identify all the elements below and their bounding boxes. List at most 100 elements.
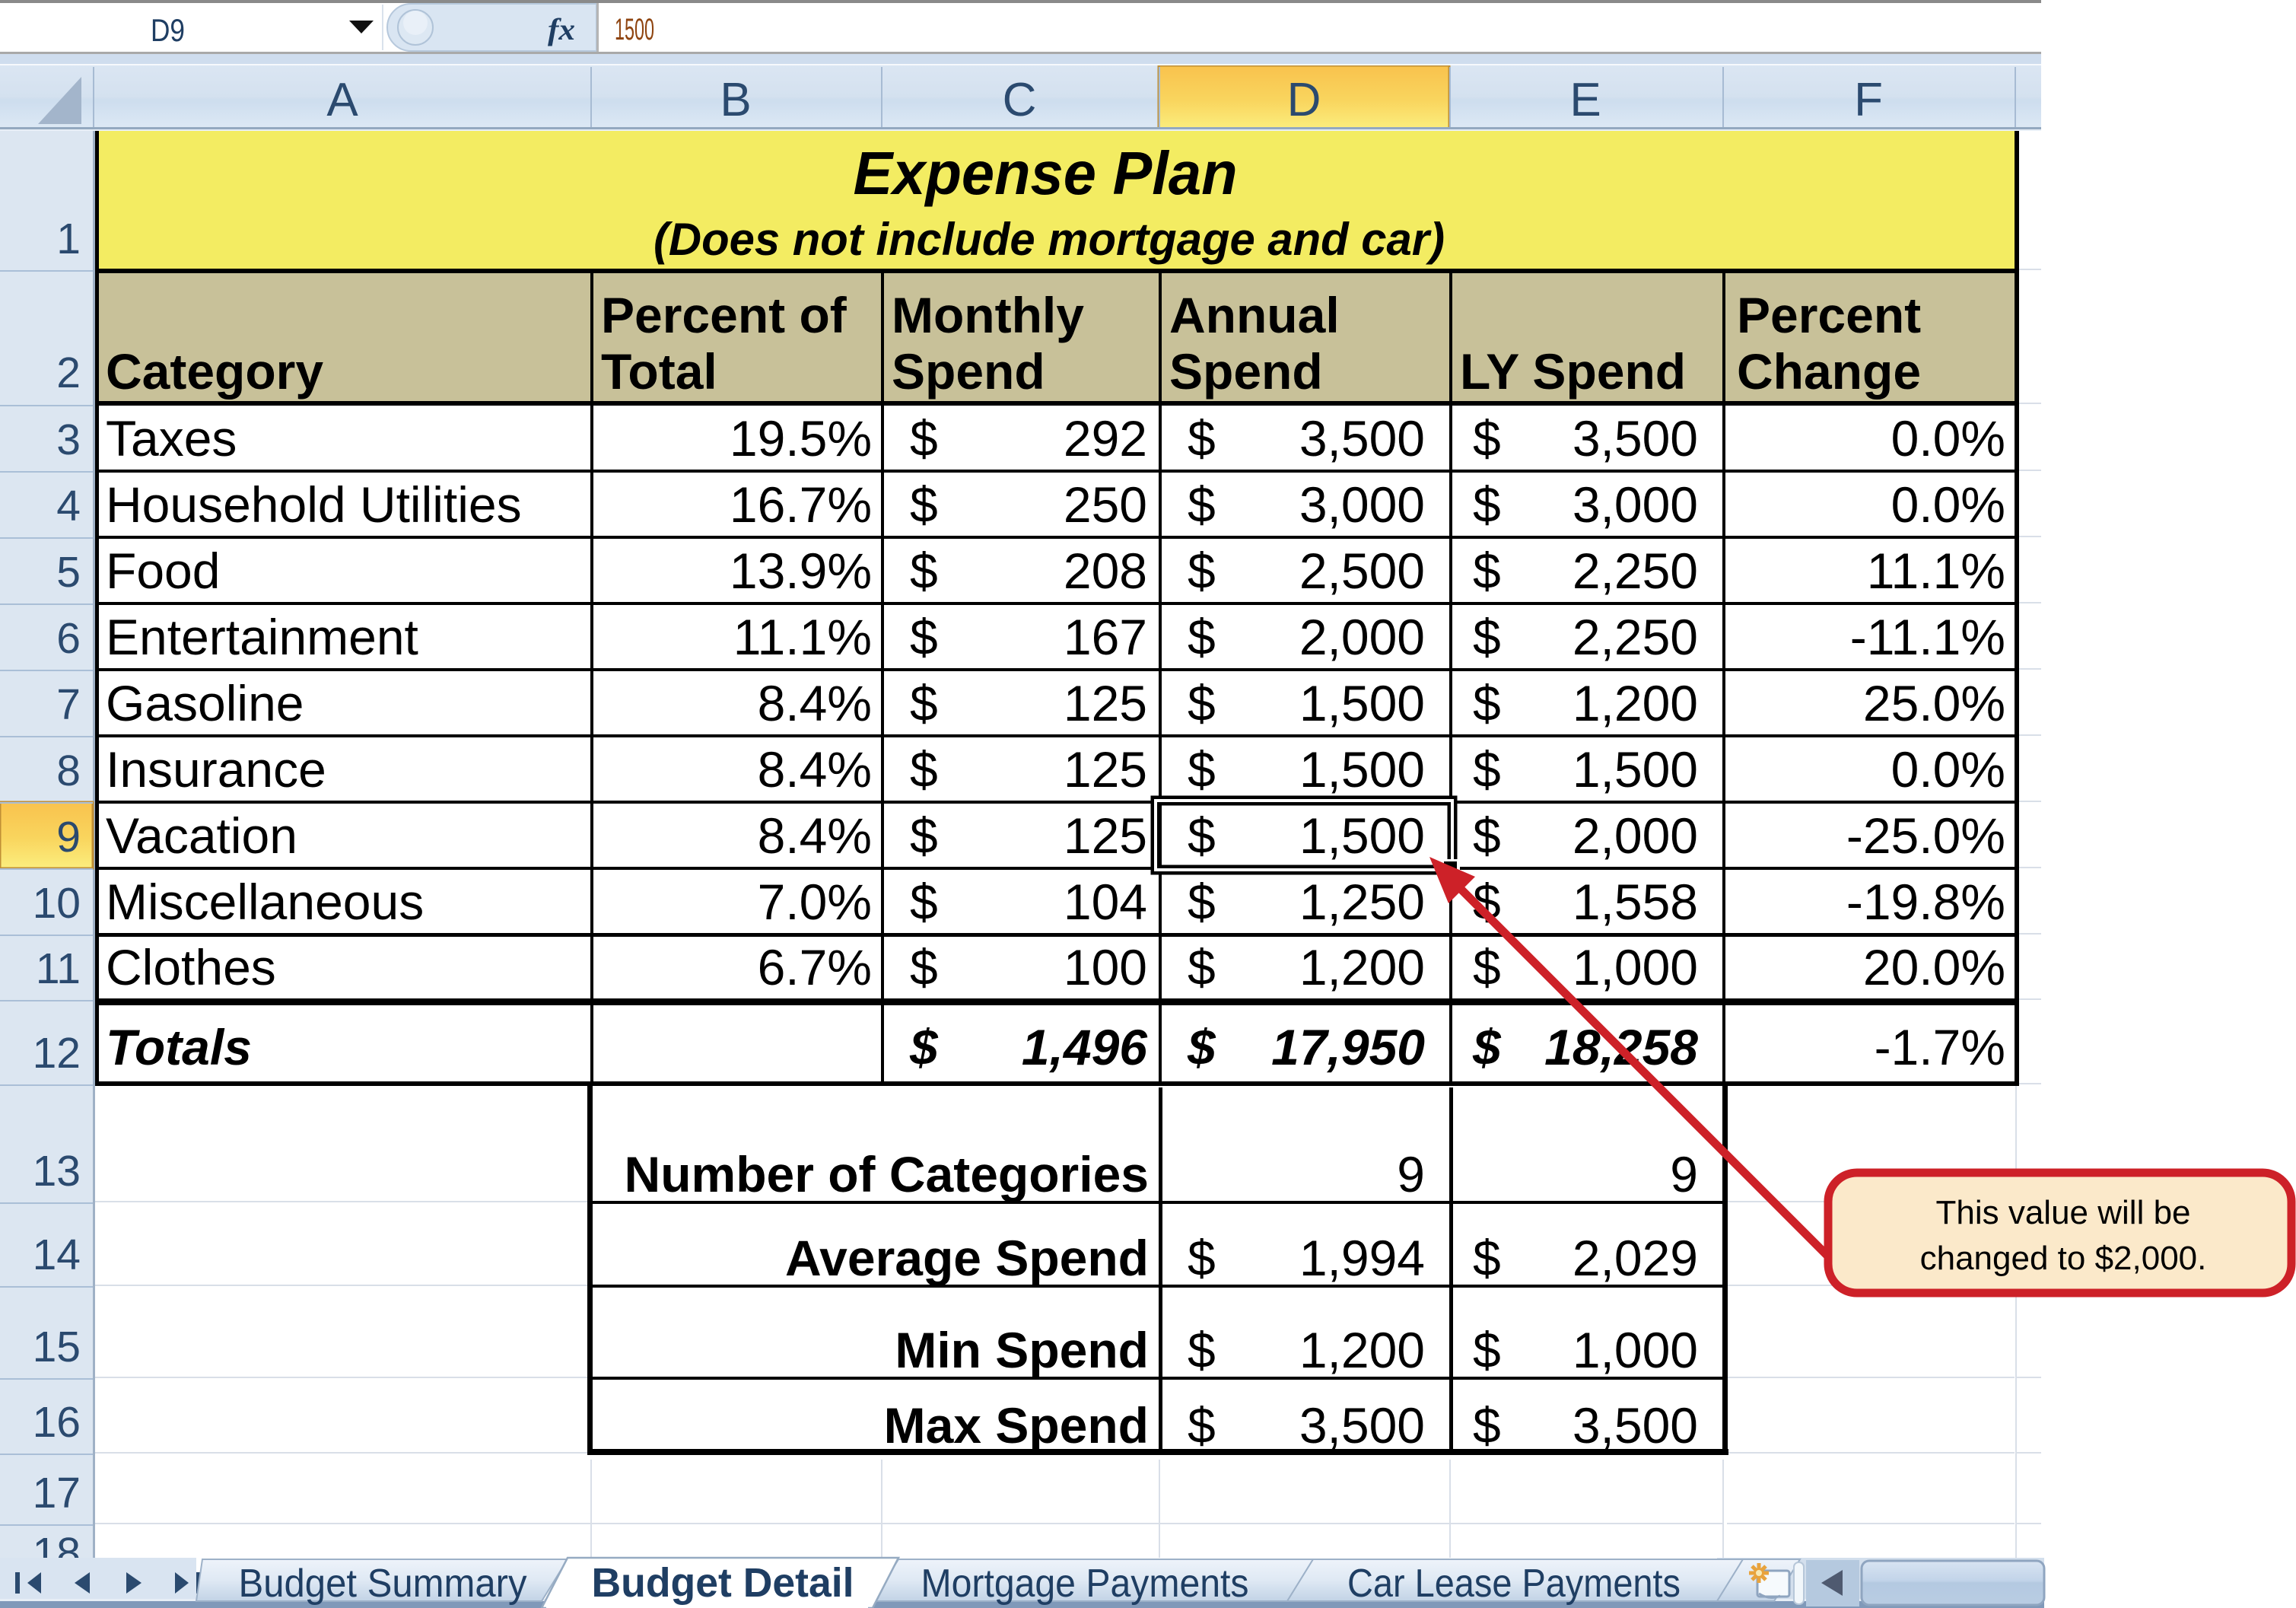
svg-text:12: 12 xyxy=(33,1029,81,1078)
svg-text:$: $ xyxy=(1473,1397,1501,1454)
svg-text:$: $ xyxy=(1188,1397,1216,1454)
svg-text:17,950: 17,950 xyxy=(1271,1019,1425,1075)
svg-text:$: $ xyxy=(1188,543,1216,599)
svg-text:Clothes: Clothes xyxy=(106,939,276,995)
svg-text:LY Spend: LY Spend xyxy=(1460,343,1686,400)
svg-text:$: $ xyxy=(910,543,938,599)
svg-text:1500: 1500 xyxy=(615,13,654,46)
svg-text:4: 4 xyxy=(56,482,81,530)
svg-text:$: $ xyxy=(909,1019,939,1075)
svg-text:Max Spend: Max Spend xyxy=(884,1397,1149,1454)
svg-text:Min Spend: Min Spend xyxy=(895,1322,1149,1378)
svg-text:25.0%: 25.0% xyxy=(1863,675,2005,731)
svg-text:-11.1%: -11.1% xyxy=(1850,609,2005,665)
svg-text:3,000: 3,000 xyxy=(1573,476,1698,533)
svg-text:100: 100 xyxy=(1064,939,1147,995)
svg-text:125: 125 xyxy=(1064,675,1147,731)
svg-text:20.0%: 20.0% xyxy=(1863,939,2005,995)
svg-text:$: $ xyxy=(1473,476,1501,533)
svg-text:$: $ xyxy=(1188,609,1216,665)
svg-text:$: $ xyxy=(910,807,938,864)
svg-text:2,250: 2,250 xyxy=(1573,543,1698,599)
svg-text:10: 10 xyxy=(33,879,81,928)
svg-text:167: 167 xyxy=(1064,609,1147,665)
svg-text:17: 17 xyxy=(33,1469,81,1517)
svg-text:3,500: 3,500 xyxy=(1299,410,1425,466)
svg-text:$: $ xyxy=(1473,675,1501,731)
svg-text:8.4%: 8.4% xyxy=(758,675,872,731)
svg-text:Taxes: Taxes xyxy=(106,410,237,466)
svg-text:Change: Change xyxy=(1737,343,1921,400)
svg-text:Mortgage Payments: Mortgage Payments xyxy=(921,1562,1249,1606)
svg-text:1,500: 1,500 xyxy=(1299,741,1425,798)
svg-text:9: 9 xyxy=(1670,1146,1698,1202)
svg-text:Spend: Spend xyxy=(1169,343,1323,400)
svg-text:B: B xyxy=(720,74,751,126)
svg-text:$: $ xyxy=(1188,675,1216,731)
svg-text:$: $ xyxy=(1187,1019,1216,1075)
svg-text:1,558: 1,558 xyxy=(1573,874,1698,930)
svg-text:E: E xyxy=(1569,74,1601,126)
svg-text:$: $ xyxy=(1188,1230,1216,1286)
svg-text:changed to $2,000.: changed to $2,000. xyxy=(1920,1240,2207,1277)
svg-text:$: $ xyxy=(1473,939,1501,995)
svg-text:$: $ xyxy=(1473,807,1501,864)
svg-text:$: $ xyxy=(910,675,938,731)
svg-text:16.7%: 16.7% xyxy=(730,476,872,533)
svg-text:Percent of: Percent of xyxy=(601,287,847,343)
svg-text:104: 104 xyxy=(1064,874,1147,930)
svg-text:Percent: Percent xyxy=(1737,287,1921,343)
svg-text:Category: Category xyxy=(106,343,323,400)
svg-text:Entertainment: Entertainment xyxy=(106,609,418,665)
svg-text:-19.8%: -19.8% xyxy=(1846,874,2005,930)
svg-text:1,500: 1,500 xyxy=(1299,675,1425,731)
svg-text:1,200: 1,200 xyxy=(1299,939,1425,995)
svg-text:Food: Food xyxy=(106,543,220,599)
svg-text:1,000: 1,000 xyxy=(1573,1322,1698,1378)
svg-text:fx: fx xyxy=(548,12,575,46)
svg-text:Miscellaneous: Miscellaneous xyxy=(106,874,424,930)
svg-text:2,000: 2,000 xyxy=(1573,807,1698,864)
svg-text:Totals: Totals xyxy=(106,1019,252,1075)
svg-text:3,500: 3,500 xyxy=(1573,1397,1698,1454)
svg-text:2,500: 2,500 xyxy=(1299,543,1425,599)
svg-text:Gasoline: Gasoline xyxy=(106,675,304,731)
svg-text:$: $ xyxy=(1188,874,1216,930)
svg-text:2,029: 2,029 xyxy=(1573,1230,1698,1286)
svg-text:9: 9 xyxy=(56,813,81,861)
svg-text:Expense Plan: Expense Plan xyxy=(854,139,1238,207)
svg-text:2: 2 xyxy=(56,349,81,397)
svg-text:8.4%: 8.4% xyxy=(758,741,872,798)
svg-text:3,000: 3,000 xyxy=(1299,476,1425,533)
svg-text:208: 208 xyxy=(1064,543,1147,599)
svg-text:5: 5 xyxy=(56,548,81,597)
svg-text:Total: Total xyxy=(601,343,717,400)
svg-text:16: 16 xyxy=(33,1398,81,1447)
svg-text:$: $ xyxy=(910,939,938,995)
svg-text:Vacation: Vacation xyxy=(106,807,297,864)
svg-text:$: $ xyxy=(1188,741,1216,798)
svg-text:13.9%: 13.9% xyxy=(730,543,872,599)
svg-text:1,000: 1,000 xyxy=(1573,939,1698,995)
svg-text:D9: D9 xyxy=(151,12,185,48)
svg-text:Budget Summary: Budget Summary xyxy=(239,1562,527,1606)
svg-text:7: 7 xyxy=(56,680,81,729)
svg-text:6: 6 xyxy=(56,614,81,663)
svg-text:$: $ xyxy=(1473,543,1501,599)
svg-text:1,200: 1,200 xyxy=(1573,675,1698,731)
svg-text:A: A xyxy=(326,74,358,126)
svg-text:1: 1 xyxy=(56,215,81,263)
svg-text:C: C xyxy=(1003,74,1037,126)
svg-text:Insurance: Insurance xyxy=(106,741,326,798)
svg-text:6.7%: 6.7% xyxy=(758,939,872,995)
svg-text:Monthly: Monthly xyxy=(892,287,1084,343)
svg-text:$: $ xyxy=(1188,476,1216,533)
svg-text:19.5%: 19.5% xyxy=(730,410,872,466)
svg-text:3,500: 3,500 xyxy=(1299,1397,1425,1454)
svg-text:1,200: 1,200 xyxy=(1299,1322,1425,1378)
svg-text:1,500: 1,500 xyxy=(1299,807,1425,864)
svg-text:$: $ xyxy=(910,874,938,930)
svg-text:3: 3 xyxy=(56,416,81,464)
svg-text:$: $ xyxy=(1188,410,1216,466)
svg-text:Household Utilities: Household Utilities xyxy=(106,476,522,533)
